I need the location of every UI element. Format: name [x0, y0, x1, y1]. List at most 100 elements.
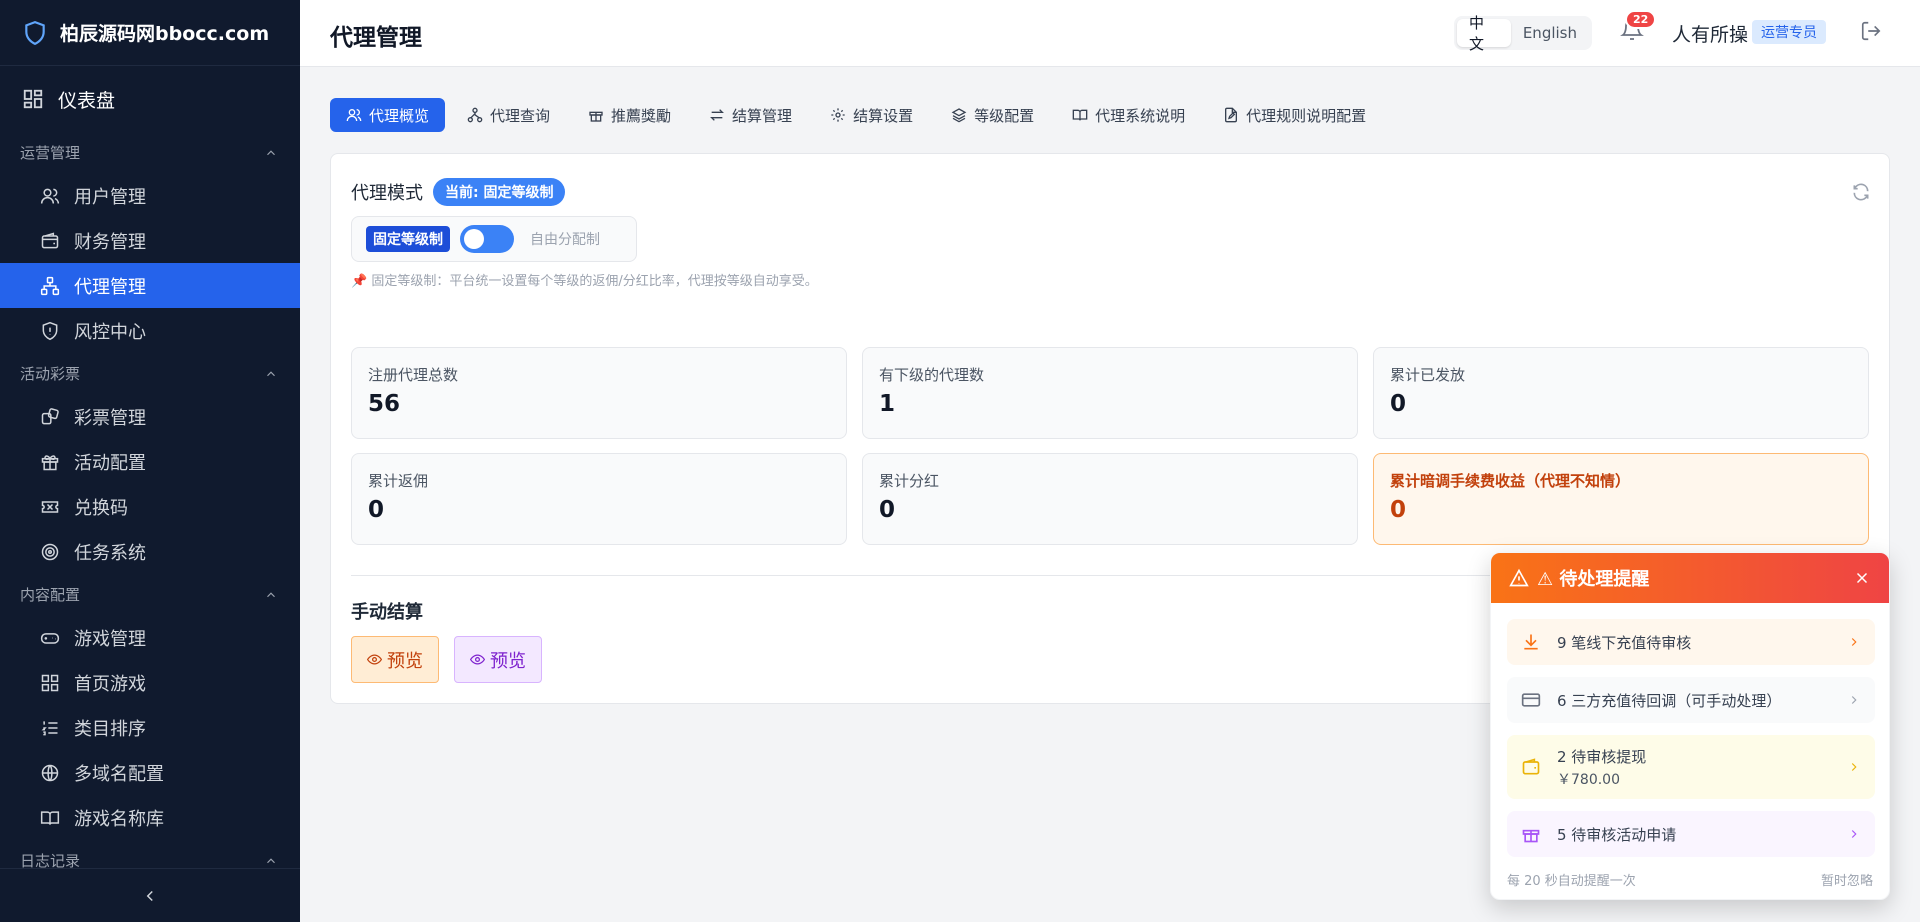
alert-withdrawal[interactable]: 2 待审核提现 ￥780.00	[1507, 735, 1875, 799]
gamepad-icon	[40, 632, 60, 644]
tab-rules-config[interactable]: 代理规则说明配置	[1207, 98, 1382, 132]
gear-icon	[831, 108, 845, 122]
current-mode-badge: 当前: 固定等级制	[433, 178, 566, 206]
top-header: 代理管理 中文 English 22 人有所操 运营专员	[300, 0, 1920, 67]
sidebar-item-category-sort[interactable]: 类目排序	[0, 705, 300, 750]
chevron-right-icon	[1851, 830, 1857, 838]
close-icon[interactable]	[1853, 569, 1871, 587]
tab-settlement[interactable]: 结算管理	[693, 98, 808, 132]
credit-card-icon	[1521, 693, 1541, 707]
sidebar-item-home-games[interactable]: 首页游戏	[0, 660, 300, 705]
tab-label: 代理系统说明	[1095, 106, 1186, 125]
sidebar-item-users[interactable]: 用户管理	[0, 173, 300, 218]
mode-title: 代理模式	[351, 183, 423, 204]
popup-footer: 每 20 秒自动提醒一次 暂时忽略	[1507, 870, 1873, 889]
sidebar-group-activity[interactable]: 活动彩票	[0, 353, 300, 394]
sidebar-group-ops[interactable]: 运营管理	[0, 132, 300, 173]
book-icon	[40, 810, 60, 825]
preview-button-2[interactable]: 预览	[454, 636, 542, 683]
sidebar-item-label: 风控中心	[74, 321, 146, 343]
ignore-button[interactable]: 暂时忽略	[1821, 870, 1873, 889]
eye-icon	[367, 654, 382, 665]
refresh-button[interactable]	[1851, 182, 1871, 202]
sidebar-item-label: 用户管理	[74, 186, 146, 208]
file-edit-icon	[1225, 107, 1238, 123]
arrows-swap-icon	[710, 109, 724, 121]
lang-zh-button[interactable]: 中文	[1457, 14, 1511, 53]
mode-switch[interactable]	[460, 225, 514, 253]
stat-total-paid: 累计已发放 0	[1373, 347, 1869, 439]
popup-title: ⚠ 待处理提醒	[1537, 569, 1650, 590]
tab-query[interactable]: 代理查询	[451, 98, 566, 132]
sidebar-item-label: 彩票管理	[74, 407, 146, 429]
free-mode-label[interactable]: 自由分配制	[530, 229, 600, 249]
sidebar-item-dashboard[interactable]: 仪表盘	[0, 66, 300, 132]
voucher-icon	[41, 500, 59, 513]
sidebar-item-label: 财务管理	[74, 231, 146, 253]
alert-third-party-deposit[interactable]: 6 三方充值待回调（可手动处理）	[1507, 677, 1875, 723]
book-icon	[1072, 109, 1088, 121]
stat-label: 有下级的代理数	[879, 366, 985, 384]
role-badge: 运营专员	[1752, 20, 1826, 44]
sidebar: 柏辰源码网bbocc.com 仪表盘 运营管理 用户管理 财务管理 代理管理 风…	[0, 0, 300, 922]
sidebar-item-finance[interactable]: 财务管理	[0, 218, 300, 263]
shield-icon	[25, 20, 45, 45]
network-icon	[40, 276, 60, 295]
logout-button[interactable]	[1860, 20, 1882, 42]
target-icon	[41, 543, 59, 560]
sidebar-item-lottery[interactable]: 彩票管理	[0, 394, 300, 439]
warning-icon	[1509, 568, 1529, 587]
sidebar-item-label: 兑换码	[74, 497, 128, 519]
stat-total-dividend: 累计分红 0	[862, 453, 1358, 545]
list-ordered-icon	[41, 720, 58, 735]
stat-hidden-fee: 累计暗调手续费收益（代理不知情） 0	[1373, 453, 1869, 545]
chevron-right-icon	[1851, 696, 1857, 704]
tab-settlement-settings[interactable]: 结算设置	[814, 98, 929, 132]
alert-text-block: 2 待审核提现 ￥780.00	[1557, 746, 1847, 789]
sidebar-item-risk[interactable]: 风控中心	[0, 308, 300, 353]
popup-title-text: 待处理提醒	[1559, 569, 1650, 590]
sidebar-item-tasks[interactable]: 任务系统	[0, 529, 300, 574]
pending-alerts-popup: ⚠ 待处理提醒 9 笔线下充值待审核 6 三方充值待回调（可手动处理） 2 待审…	[1490, 552, 1890, 900]
chevron-up-icon	[267, 149, 275, 155]
lang-en-button[interactable]: English	[1511, 19, 1589, 47]
alert-text: 5 待审核活动申请	[1557, 825, 1677, 844]
sidebar-item-domains[interactable]: 多域名配置	[0, 750, 300, 795]
notification-badge: 22	[1625, 10, 1657, 29]
chevron-right-icon	[1851, 763, 1857, 771]
sidebar-group-content[interactable]: 内容配置	[0, 574, 300, 615]
mode-header: 代理模式 当前: 固定等级制	[351, 178, 566, 206]
tab-label: 结算管理	[732, 106, 793, 125]
tab-label: 代理规则说明配置	[1246, 106, 1367, 125]
alert-text: 6 三方充值待回调（可手动处理）	[1557, 691, 1782, 710]
sidebar-item-codes[interactable]: 兑换码	[0, 484, 300, 529]
alert-offline-deposit[interactable]: 9 笔线下充值待审核	[1507, 619, 1875, 665]
manual-settle-title: 手动结算	[351, 602, 423, 623]
fixed-mode-label[interactable]: 固定等级制	[366, 226, 450, 252]
sidebar-item-game-names[interactable]: 游戏名称库	[0, 795, 300, 840]
sidebar-item-games[interactable]: 游戏管理	[0, 615, 300, 660]
alert-activity-apply[interactable]: 5 待审核活动申请	[1507, 811, 1875, 857]
chevron-right-icon	[1851, 638, 1857, 646]
download-icon	[1524, 634, 1538, 650]
refresh-icon	[1853, 183, 1869, 201]
sidebar-item-agents[interactable]: 代理管理	[0, 263, 300, 308]
page-title: 代理管理	[330, 25, 422, 51]
tab-referral-reward[interactable]: 推薦獎勵	[572, 98, 687, 132]
gift-icon	[1522, 829, 1540, 843]
chevron-up-icon	[267, 591, 275, 597]
stat-total-agents: 注册代理总数 56	[351, 347, 847, 439]
tab-level-config[interactable]: 等级配置	[935, 98, 1050, 132]
stat-label: 累计分红	[879, 472, 940, 490]
shield-alert-icon	[42, 321, 58, 340]
tab-system-docs[interactable]: 代理系统说明	[1056, 98, 1201, 132]
popup-header: ⚠ 待处理提醒	[1491, 553, 1889, 603]
sidebar-item-label: 游戏名称库	[74, 808, 164, 830]
tab-overview[interactable]: 代理概览	[330, 98, 446, 132]
users-icon	[40, 188, 60, 204]
preview-button-1[interactable]: 预览	[351, 636, 439, 683]
sidebar-item-events[interactable]: 活动配置	[0, 439, 300, 484]
brand[interactable]: 柏辰源码网bbocc.com	[0, 0, 300, 66]
sidebar-collapse-button[interactable]	[0, 868, 300, 922]
users-icon	[346, 109, 362, 122]
